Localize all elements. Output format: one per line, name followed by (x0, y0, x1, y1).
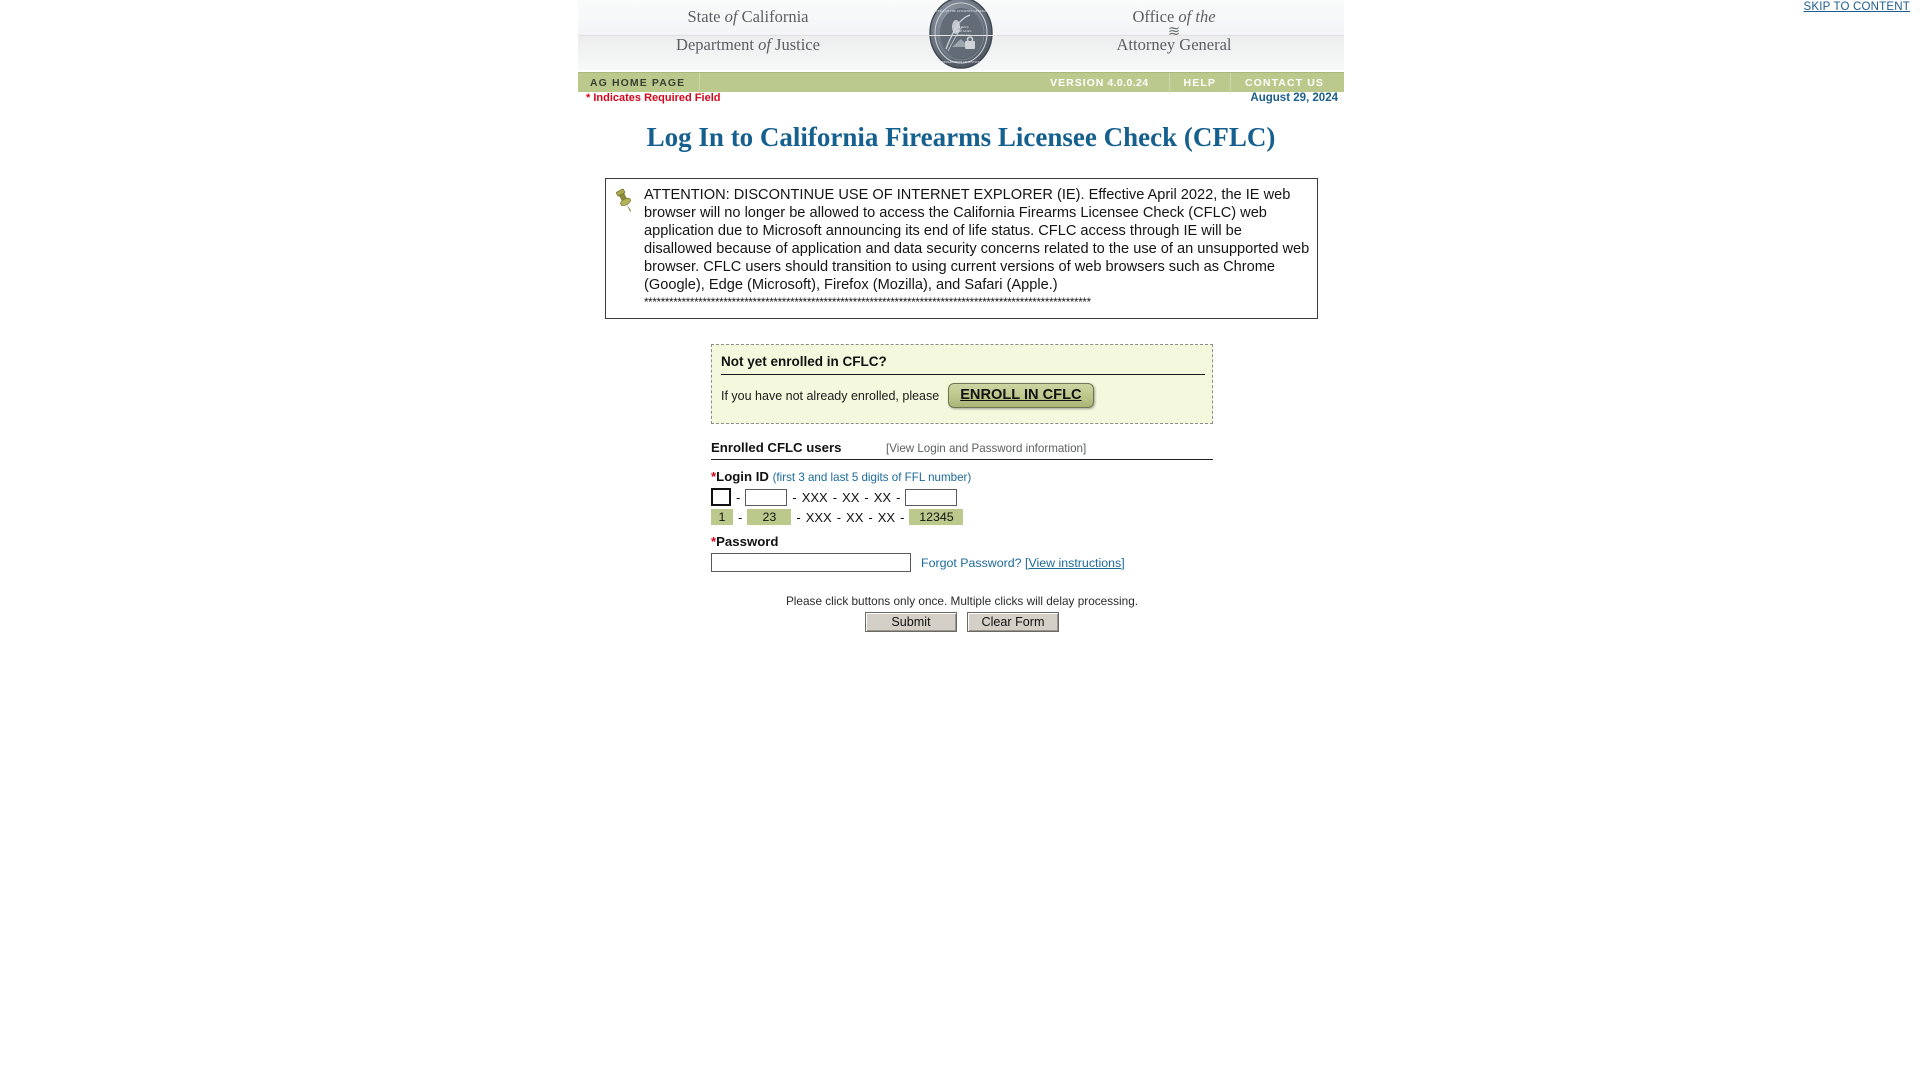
example-xx-2: XX (877, 509, 896, 525)
nav-ag-home-page[interactable]: AG HOME PAGE (585, 73, 701, 93)
required-field-note: * Indicates Required Field (586, 92, 721, 104)
login-id-example-row: 1 - 23 - XXX - XX - XX - 12345 (711, 509, 1213, 525)
nav-version-label: VERSION (1050, 77, 1105, 89)
password-input-row: Forgot Password? [View instructions] (711, 553, 1213, 572)
page-root: State of California Department of Justic… (0, 0, 1920, 1080)
forgot-password-text: Forgot Password? (921, 555, 1022, 570)
view-instructions-link[interactable]: View instructions (1028, 556, 1121, 570)
masthead-divider (578, 35, 1344, 36)
login-id-part3-input[interactable] (905, 488, 958, 506)
form-button-row: Submit Clear Form (711, 612, 1213, 632)
login-id-label: Login ID (716, 469, 769, 484)
example-part3: 12345 (909, 509, 964, 525)
masthead-attorney-general-line: Attorney General (1116, 35, 1232, 54)
masthead-state-of: of (724, 7, 738, 26)
attention-alert-content: ATTENTION: DISCONTINUE USE OF INTERNET E… (644, 186, 1311, 310)
clear-form-button[interactable]: Clear Form (967, 612, 1059, 632)
skip-to-content-link[interactable]: SKIP TO CONTENT (1803, 1, 1910, 13)
nav-right-group: VERSION 4.0.0.24 HELP CONTACT US (1050, 73, 1338, 93)
masthead-department-word: Department (676, 35, 754, 54)
enrolled-users-section-header: Enrolled CFLC users [View Login and Pass… (711, 440, 1213, 460)
current-date: August 29, 2024 (1250, 92, 1338, 104)
masthead-state-line: State of California (578, 7, 918, 27)
login-id-sep-3: - (832, 489, 838, 505)
enrolled-users-label: Enrolled CFLC users (711, 440, 842, 455)
login-id-fixed-xx-1: XX (842, 489, 860, 505)
example-xxx: XXX (805, 509, 832, 525)
login-id-sep-1: - (736, 489, 741, 505)
login-id-fixed-xx-2: XX (873, 489, 892, 505)
enrollment-heading: Not yet enrolled in CFLC? (721, 354, 1205, 375)
attention-alert-box: ATTENTION: DISCONTINUE USE OF INTERNET E… (605, 178, 1318, 319)
example-xx-1: XX (846, 509, 864, 525)
enrollment-row: If you have not already enrolled, please… (721, 383, 1094, 408)
example-part1: 1 (711, 509, 733, 525)
masthead-department-of: of (758, 35, 771, 54)
enrollment-callout-box: Not yet enrolled in CFLC? If you have no… (711, 344, 1213, 424)
nav-contact-us[interactable]: CONTACT US (1229, 73, 1338, 93)
forgot-password-group: Forgot Password? [View instructions] (921, 556, 1125, 570)
attention-alert-separator: ****************************************… (644, 297, 1091, 309)
login-id-part2-input[interactable] (745, 488, 788, 506)
enrollment-text: If you have not already enrolled, please (721, 388, 940, 403)
svg-text:DEPARTMENT OF JUSTICE: DEPARTMENT OF JUSTICE (942, 60, 980, 64)
login-id-sep-2: - (792, 489, 797, 505)
page-title: Log In to California Firearms Licensee C… (646, 122, 1276, 152)
login-id-input-row: - - XXX - XX - XX - (711, 488, 1213, 506)
example-sep-2: - (796, 509, 801, 525)
login-form: Enrolled CFLC users [View Login and Pass… (711, 440, 1213, 632)
login-id-sep-5: - (896, 489, 901, 505)
example-sep-3: - (836, 509, 842, 525)
subbar: * Indicates Required Field August 29, 20… (578, 92, 1344, 110)
login-id-label-row: *Login ID (first 3 and last 5 digits of … (711, 469, 1213, 484)
masthead-department-line: Department of Justice (578, 35, 918, 55)
login-id-fixed-xxx: XXX (801, 489, 828, 505)
view-login-password-info-link[interactable]: [View Login and Password information] (886, 442, 1086, 455)
password-label-row: *Password (711, 534, 1213, 549)
example-sep-1: - (738, 509, 743, 525)
login-id-part1-input[interactable] (711, 488, 731, 506)
example-sep-5: - (900, 509, 905, 525)
primary-navbar: AG HOME PAGE VERSION 4.0.0.24 HELP CONTA… (578, 72, 1344, 93)
masthead-state-california: California (741, 7, 809, 26)
submit-button[interactable]: Submit (865, 612, 957, 632)
forgot-bracket-close: ] (1121, 555, 1125, 570)
pushpin-icon (612, 186, 638, 310)
password-label: Password (716, 534, 779, 549)
click-once-notice: Please click buttons only once. Multiple… (785, 594, 1139, 608)
login-id-hint: (first 3 and last 5 digits of FFL number… (772, 471, 972, 484)
enroll-in-cflc-button[interactable]: ENROLL IN CFLC (948, 383, 1094, 408)
masthead-department-justice: Justice (775, 35, 820, 54)
example-part2: 23 (747, 509, 792, 525)
nav-version-number: 4.0.0.24 (1107, 77, 1149, 89)
svg-text:OFFICE OF THE ATTORNEY GENERAL: OFFICE OF THE ATTORNEY GENERAL (934, 9, 988, 13)
login-id-sep-4: - (864, 489, 869, 505)
password-input[interactable] (711, 553, 911, 572)
nav-help[interactable]: HELP (1168, 73, 1230, 93)
attention-alert-text: ATTENTION: DISCONTINUE USE OF INTERNET E… (644, 187, 1310, 293)
example-sep-4: - (868, 509, 873, 525)
masthead-state-word: State (687, 7, 721, 26)
